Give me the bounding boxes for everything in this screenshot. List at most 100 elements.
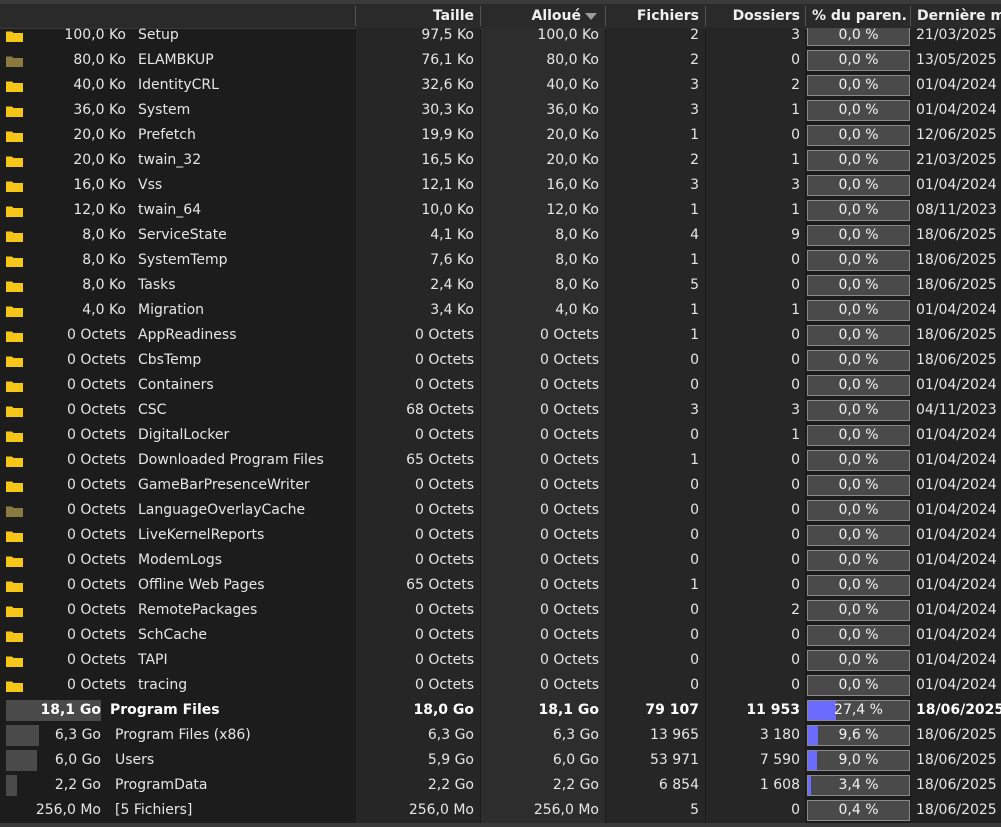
folders-cell: 2 (791, 77, 800, 93)
table-row[interactable]: 0 Octets LanguageOverlayCache 0 Octets 0 Oc… (0, 498, 1001, 523)
percent-value: 0,0 % (838, 127, 879, 143)
parent-percent-bar: 0,0 % (807, 325, 910, 346)
horizontal-scrollbar[interactable] (0, 823, 1001, 827)
folder-name: LanguageOverlayCache (138, 502, 306, 518)
header-allocated[interactable]: Alloué (481, 4, 597, 28)
table-row[interactable]: 0 Octets LiveKernelReports 0 Octets 0 Octet… (0, 523, 1001, 548)
parent-percent-bar: 0,0 % (807, 75, 910, 96)
table-row[interactable]: 0 Octets Offline Web Pages 65 Octets 0 Octe… (0, 573, 1001, 598)
allocated-summary: 0 Octets (67, 652, 126, 668)
folders-cell: 3 (791, 28, 800, 43)
table-row[interactable]: 0 Octets Downloaded Program Files 65 Octet… (0, 448, 1001, 473)
size-cell: 0 Octets (415, 327, 474, 343)
table-row[interactable]: 6,0 Go Users 5,9 Go 6,0 Go 53 971 7 590 9,0 % 1… (0, 748, 1001, 773)
date-cell: 01/04/2024 (916, 552, 997, 568)
percent-value: 0,0 % (838, 28, 879, 43)
allocated-summary: 18,1 Go (40, 702, 101, 718)
directory-tree-table[interactable]: 100,0 Ko Setup 97,5 Ko 100,0 Ko 2 3 0,0 % 21/03… (0, 28, 1001, 823)
size-cell: 19,9 Ko (421, 127, 474, 143)
folder-icon (6, 406, 23, 417)
percent-value: 0,0 % (838, 202, 879, 218)
files-cell: 1 (690, 452, 699, 468)
table-row[interactable]: 4,0 Ko Migration 3,4 Ko 4,0 Ko 1 1 0,0 % 01/04/… (0, 298, 1001, 323)
size-cell: 256,0 Mo (408, 802, 474, 818)
folders-cell: 11 953 (746, 702, 800, 718)
date-cell: 18/06/2025 (916, 702, 1001, 718)
table-row[interactable]: 100,0 Ko Setup 97,5 Ko 100,0 Ko 2 3 0,0 % 21/03… (0, 28, 1001, 48)
table-row[interactable]: 80,0 Ko ELAMBKUP 76,1 Ko 80,0 Ko 2 0 0,0 % 13/0… (0, 48, 1001, 73)
date-cell: 21/03/2025 (916, 28, 997, 43)
folder-icon (6, 256, 23, 267)
folders-cell: 1 608 (759, 777, 800, 793)
parent-percent-bar: 0,0 % (807, 575, 910, 596)
table-row[interactable]: 8,0 Ko Tasks 2,4 Ko 8,0 Ko 5 0 0,0 % 18/06/2025 (0, 273, 1001, 298)
table-row[interactable]: 0 Octets CSC 68 Octets 0 Octets 3 3 0,0 % 04/11… (0, 398, 1001, 423)
size-cell: 0 Octets (415, 677, 474, 693)
table-row[interactable]: 0 Octets RemotePackages 0 Octets 0 Octets 0 2… (0, 598, 1001, 623)
header-last-modified[interactable]: Dernière mo (917, 4, 1001, 28)
allocated-cell: 20,0 Ko (546, 127, 599, 143)
size-cell: 32,6 Ko (421, 77, 474, 93)
table-row[interactable]: 36,0 Ko System 30,3 Ko 36,0 Ko 3 1 0,0 % 01/04/… (0, 98, 1001, 123)
allocated-cell: 0 Octets (540, 427, 599, 443)
files-cell: 0 (690, 377, 699, 393)
table-row[interactable]: 2,2 Go ProgramData 2,2 Go 2,2 Go 6 854 1 608 3… (0, 773, 1001, 798)
files-cell: 53 971 (650, 752, 699, 768)
files-cell: 1 (690, 327, 699, 343)
table-row[interactable]: 0 Octets CbsTemp 0 Octets 0 Octets 0 0 0,0 % 18… (0, 348, 1001, 373)
size-cell: 16,5 Ko (421, 152, 474, 168)
folders-cell: 1 (791, 302, 800, 318)
date-cell: 18/06/2025 (916, 277, 997, 293)
table-row[interactable]: 12,0 Ko twain_64 10,0 Ko 12,0 Ko 1 1 0,0 % 08/1… (0, 198, 1001, 223)
header-files[interactable]: Fichiers (606, 4, 699, 28)
percent-value: 0,0 % (838, 527, 879, 543)
folder-name: twain_32 (138, 152, 202, 168)
table-row[interactable]: 0 Octets DigitalLocker 0 Octets 0 Octets 0 1 0… (0, 423, 1001, 448)
size-cell: 4,1 Ko (430, 227, 474, 243)
column-divider[interactable] (805, 6, 806, 26)
table-row[interactable]: 8,0 Ko ServiceState 4,1 Ko 8,0 Ko 4 9 0,0 % 18/… (0, 223, 1001, 248)
table-row[interactable]: 0 Octets TAPI 0 Octets 0 Octets 0 0 0,0 % 01/04… (0, 648, 1001, 673)
size-cell: 6,3 Go (427, 727, 474, 743)
percent-value: 0,0 % (838, 102, 879, 118)
header-name-column[interactable] (0, 4, 355, 28)
table-row[interactable]: 20,0 Ko twain_32 16,5 Ko 20,0 Ko 2 1 0,0 % 21/0… (0, 148, 1001, 173)
table-row[interactable]: 0 Octets tracing 0 Octets 0 Octets 0 0 0,0 % 01… (0, 673, 1001, 698)
folder-name: Migration (138, 302, 205, 318)
parent-percent-bar: 0,0 % (807, 675, 910, 696)
folders-cell: 0 (791, 252, 800, 268)
parent-percent-bar: 0,0 % (807, 175, 910, 196)
column-header: Taille Alloué Fichiers Dossiers % du par… (0, 4, 1001, 29)
table-row[interactable]: 0 Octets GameBarPresenceWriter 0 Octets 0 O… (0, 473, 1001, 498)
column-divider[interactable] (910, 6, 911, 26)
table-row[interactable]: 0 Octets Containers 0 Octets 0 Octets 0 0 0,0 … (0, 373, 1001, 398)
header-parent-percent[interactable]: % du paren... (812, 4, 907, 28)
header-size[interactable]: Taille (356, 4, 474, 28)
date-cell: 01/04/2024 (916, 452, 997, 468)
date-cell: 04/11/2023 (916, 402, 997, 418)
table-row[interactable]: 256,0 Mo [5 Fichiers] 256,0 Mo 256,0 Mo 5 0 0,… (0, 798, 1001, 823)
folder-name: System (138, 102, 191, 118)
table-row[interactable]: 0 Octets SchCache 0 Octets 0 Octets 0 0 0,0 % 0… (0, 623, 1001, 648)
percent-value: 0,0 % (838, 602, 879, 618)
size-cell: 12,1 Ko (421, 177, 474, 193)
table-row[interactable]: 18,1 Go Program Files 18,0 Go 18,1 Go 79 107… (0, 698, 1001, 723)
files-cell: 0 (690, 477, 699, 493)
allocated-summary: 8,0 Ko (82, 277, 126, 293)
folder-name: [5 Fichiers] (115, 802, 193, 818)
table-row[interactable]: 8,0 Ko SystemTemp 7,6 Ko 8,0 Ko 1 0 0,0 % 18/06… (0, 248, 1001, 273)
folders-cell: 0 (791, 627, 800, 643)
parent-percent-bar: 0,0 % (807, 300, 910, 321)
header-folders[interactable]: Dossiers (706, 4, 800, 28)
folders-cell: 1 (791, 427, 800, 443)
table-row[interactable]: 16,0 Ko Vss 12,1 Ko 16,0 Ko 3 3 0,0 % 01/04/202… (0, 173, 1001, 198)
table-row[interactable]: 0 Octets ModemLogs 0 Octets 0 Octets 0 0 0,0 %… (0, 548, 1001, 573)
percent-value: 0,0 % (838, 227, 879, 243)
table-row[interactable]: 0 Octets AppReadiness 0 Octets 0 Octets 1 0 0,… (0, 323, 1001, 348)
files-cell: 0 (690, 552, 699, 568)
table-row[interactable]: 6,3 Go Program Files (x86) 6,3 Go 6,3 Go 13 … (0, 723, 1001, 748)
header-allocated-label: Alloué (531, 8, 581, 24)
table-row[interactable]: 40,0 Ko IdentityCRL 32,6 Ko 40,0 Ko 3 2 0,0 % 0… (0, 73, 1001, 98)
date-cell: 08/11/2023 (916, 202, 997, 218)
table-row[interactable]: 20,0 Ko Prefetch 19,9 Ko 20,0 Ko 1 0 0,0 % 12/0… (0, 123, 1001, 148)
